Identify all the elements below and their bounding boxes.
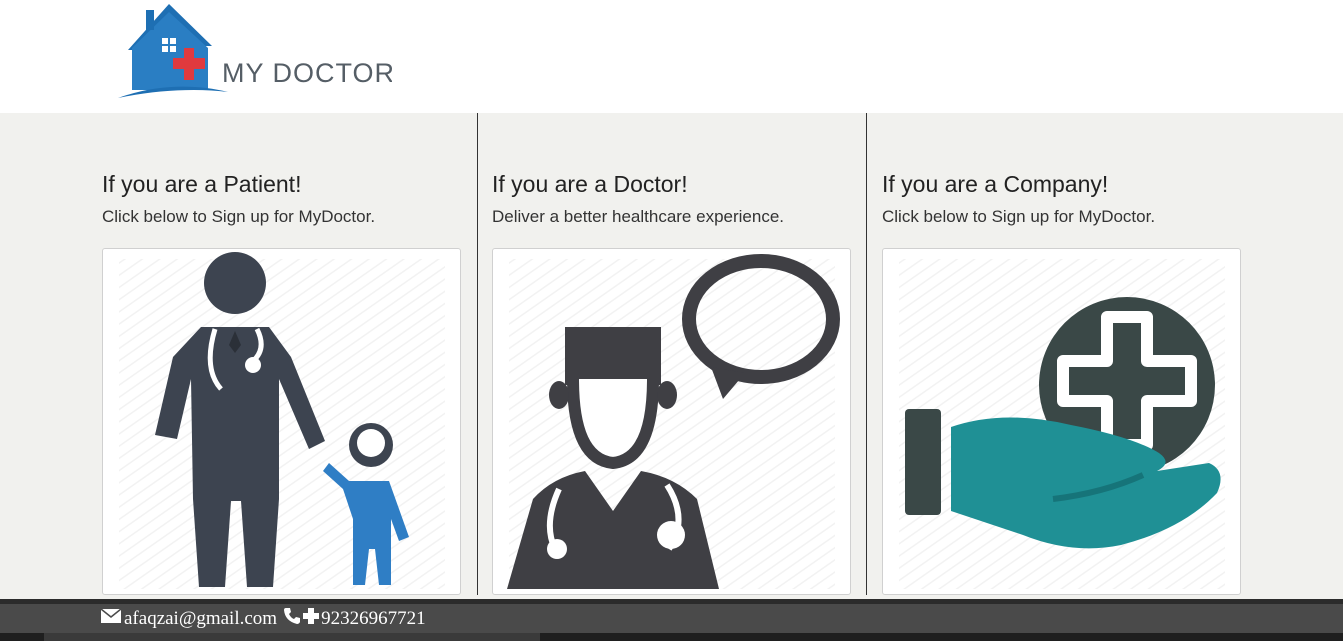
doctor-title: If you are a Doctor! xyxy=(492,171,688,197)
patient-signup-card[interactable] xyxy=(102,248,461,595)
house-cross-icon xyxy=(118,4,228,98)
mydoctor-logo[interactable]: MY DOCTOR xyxy=(116,2,406,102)
logo-text: MY DOCTOR xyxy=(222,58,392,88)
header: MY DOCTOR xyxy=(0,0,1343,113)
plus-icon xyxy=(303,608,320,630)
email-link[interactable]: afaqzai@gmail.com xyxy=(124,608,277,630)
column-divider xyxy=(477,113,478,595)
doctor-with-child-icon xyxy=(119,252,445,589)
envelope-icon xyxy=(100,608,122,630)
doctor-signup-card[interactable] xyxy=(492,248,851,595)
contact-info: afaqzai@gmail.com 92326967721 xyxy=(100,607,426,631)
patient-subtitle: Click below to Sign up for MyDoctor. xyxy=(102,207,376,226)
phone-number: 92326967721 xyxy=(321,608,426,629)
phone-icon xyxy=(283,607,301,631)
signup-options: If you are a Patient! Click below to Sig… xyxy=(0,113,1343,599)
company-signup-card[interactable] xyxy=(882,248,1241,595)
doctor-subtitle: Deliver a better healthcare experience. xyxy=(492,207,784,226)
column-divider xyxy=(866,113,867,595)
hand-medical-cross-icon xyxy=(899,259,1225,589)
company-subtitle: Click below to Sign up for MyDoctor. xyxy=(882,207,1156,226)
doctor-speech-bubble-icon xyxy=(507,254,840,589)
company-title: If you are a Company! xyxy=(882,171,1109,197)
footer: afaqzai@gmail.com 92326967721 xyxy=(0,599,1343,641)
patient-title: If you are a Patient! xyxy=(102,171,302,197)
